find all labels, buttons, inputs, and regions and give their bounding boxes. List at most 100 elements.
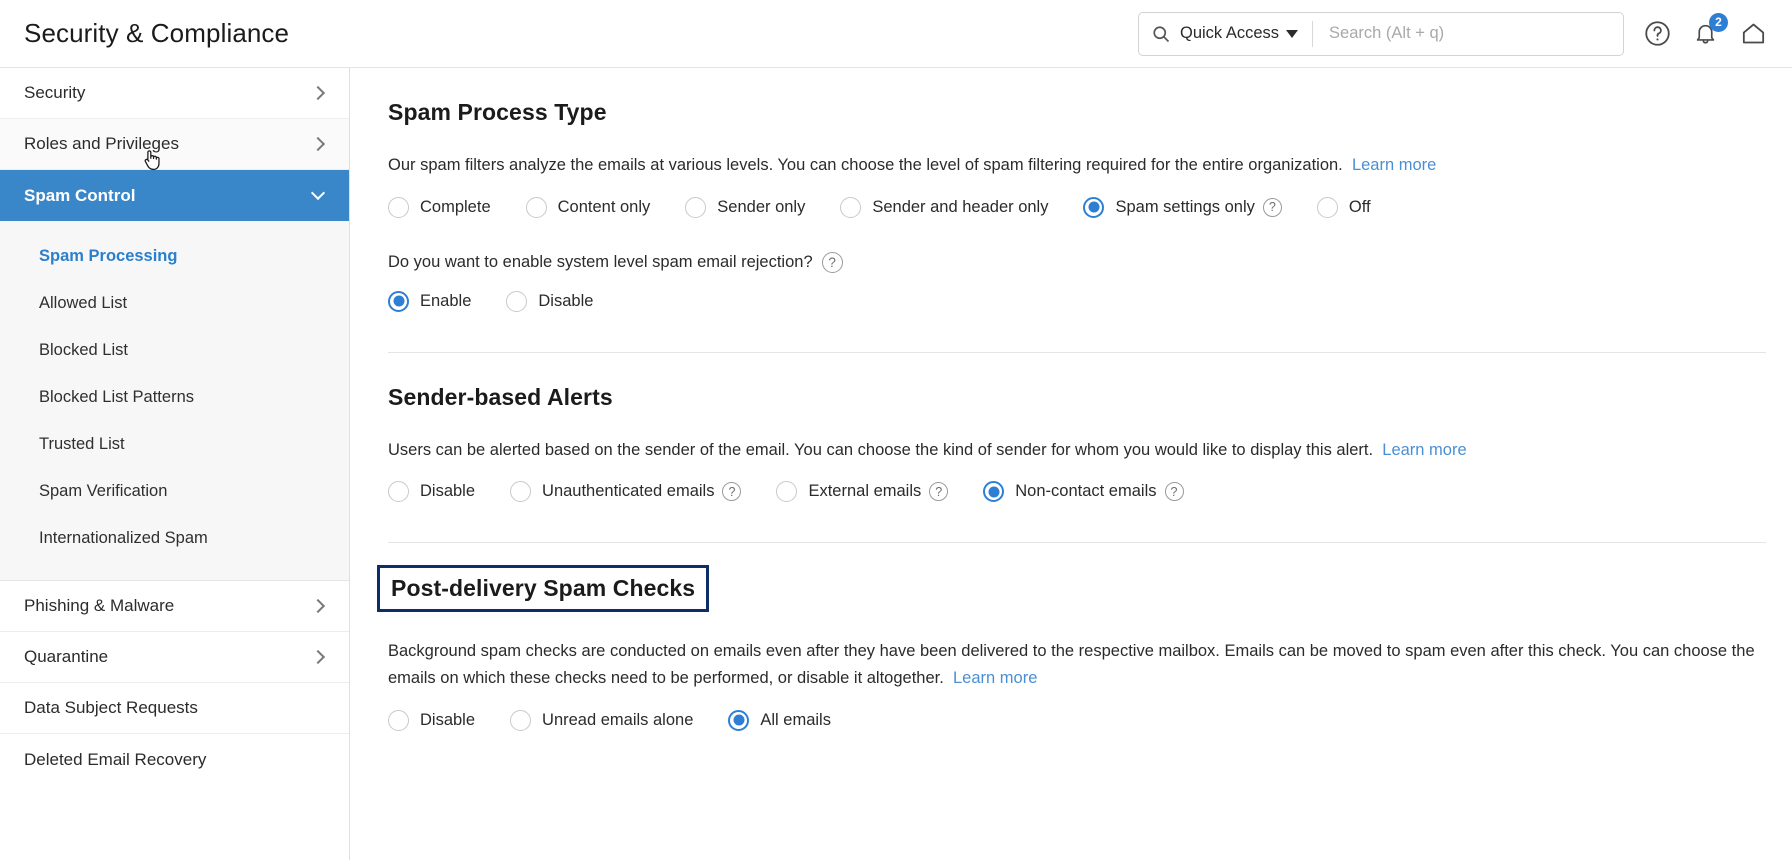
sidebar-item-data-subject-requests[interactable]: Data Subject Requests: [0, 683, 349, 734]
header-actions: Quick Access 2: [1138, 11, 1768, 56]
radio-option-sender-and-header-only[interactable]: Sender and header only: [840, 196, 1049, 218]
sidebar-item-spam-control[interactable]: Spam Control: [0, 170, 349, 221]
radio-option-disable[interactable]: Disable: [388, 709, 475, 731]
help-circle-icon[interactable]: ?: [722, 482, 742, 502]
radio-group-sender-based-alerts: Disable Unauthenticated emails ? Externa…: [388, 481, 1758, 503]
section-title[interactable]: Post-delivery Spam Checks: [377, 565, 710, 613]
radio-group-system-level-rejection: Enable Disable: [388, 290, 1758, 312]
learn-more-link[interactable]: Learn more: [1352, 156, 1436, 174]
radio-circle-icon[interactable]: [1083, 196, 1105, 218]
radio-label: Spam settings only: [1115, 197, 1255, 216]
radio-group-spam-process-type: Complete Content only Sender only Sender…: [388, 196, 1758, 218]
radio-circle-icon[interactable]: [388, 709, 409, 731]
chevron-down-icon: [1286, 29, 1299, 38]
radio-option-unread-emails-alone[interactable]: Unread emails alone: [510, 709, 693, 731]
sidebar-item-blocked-list[interactable]: Blocked List: [0, 327, 349, 374]
sidebar: Security Roles and Privileges Spam Contr…: [0, 68, 350, 860]
radio-option-disable[interactable]: Disable: [506, 290, 593, 312]
bell-icon[interactable]: 2: [1690, 12, 1728, 49]
sidebar-item-label: Deleted Email Recovery: [24, 749, 207, 769]
sidebar-item-trusted-list[interactable]: Trusted List: [0, 421, 349, 468]
description-text: Background spam checks are conducted on …: [388, 642, 1755, 688]
sidebar-item-label: Spam Control: [24, 185, 136, 205]
radio-label: Unauthenticated emails: [542, 482, 715, 501]
sidebar-item-quarantine[interactable]: Quarantine: [0, 632, 349, 683]
sidebar-subitem-label: Trusted List: [39, 435, 125, 453]
question-text: Do you want to enable system level spam …: [388, 252, 813, 271]
sidebar-subitem-label: Blocked List: [39, 341, 128, 359]
sidebar-item-label: Quarantine: [24, 647, 109, 666]
sidebar-item-spam-processing[interactable]: Spam Processing: [0, 233, 349, 280]
system-level-rejection-question: Do you want to enable system level spam …: [388, 251, 1758, 273]
help-circle-icon[interactable]: ?: [821, 251, 843, 273]
sidebar-item-label: Phishing & Malware: [24, 596, 175, 615]
radio-circle-icon[interactable]: [983, 481, 1005, 503]
radio-label: Sender and header only: [872, 197, 1049, 216]
quick-access-dropdown[interactable]: Quick Access: [1180, 24, 1299, 43]
search-icon: [1151, 24, 1171, 44]
chevron-right-icon: [310, 598, 326, 614]
help-circle-icon[interactable]: [1642, 19, 1672, 49]
radio-option-enable[interactable]: Enable: [388, 290, 471, 312]
sidebar-subitem-label: Internationalized Spam: [39, 529, 208, 547]
notification-badge: 2: [1709, 12, 1728, 32]
radio-circle-icon[interactable]: [388, 290, 409, 312]
radio-circle-icon[interactable]: [506, 290, 528, 312]
section-description: Background spam checks are conducted on …: [388, 638, 1758, 691]
learn-more-link[interactable]: Learn more: [953, 669, 1037, 687]
radio-circle-icon[interactable]: [510, 481, 532, 503]
radio-circle-icon[interactable]: [388, 481, 409, 503]
app-header: Security & Compliance Quick Access Searc…: [0, 0, 1792, 68]
sidebar-item-blocked-list-patterns[interactable]: Blocked List Patterns: [0, 374, 349, 421]
help-circle-icon[interactable]: ?: [929, 482, 949, 502]
description-text: Users can be alerted based on the sender…: [388, 440, 1374, 459]
help-circle-icon[interactable]: ?: [1262, 197, 1282, 217]
sidebar-item-deleted-email-recovery[interactable]: Deleted Email Recovery: [0, 734, 349, 785]
sidebar-item-spam-verification[interactable]: Spam Verification: [0, 468, 349, 515]
body-wrapper: Security Roles and Privileges Spam Contr…: [0, 68, 1792, 860]
radio-option-external-emails[interactable]: External emails ?: [776, 481, 949, 503]
radio-label: Complete: [420, 197, 491, 216]
sidebar-subitem-label: Allowed List: [39, 294, 128, 312]
radio-option-complete[interactable]: Complete: [388, 196, 491, 218]
radio-circle-icon[interactable]: [388, 196, 409, 218]
radio-option-disable[interactable]: Disable: [388, 481, 476, 503]
sidebar-item-allowed-list[interactable]: Allowed List: [0, 280, 349, 327]
radio-option-non-contact-emails[interactable]: Non-contact emails ?: [983, 481, 1184, 503]
radio-circle-icon[interactable]: [525, 196, 547, 218]
sidebar-subitem-label: Spam Processing: [39, 247, 178, 265]
section-title: Sender-based Alerts: [388, 383, 613, 410]
radio-circle-icon[interactable]: [776, 481, 798, 503]
radio-circle-icon[interactable]: [840, 196, 862, 218]
radio-option-unauthenticated-emails[interactable]: Unauthenticated emails ?: [510, 481, 742, 503]
search-divider: [1312, 20, 1314, 47]
radio-circle-icon[interactable]: [1316, 196, 1338, 218]
sidebar-item-phishing-and-malware[interactable]: Phishing & Malware: [0, 581, 349, 632]
sidebar-item-internationalized-spam[interactable]: Internationalized Spam: [0, 515, 349, 562]
radio-circle-icon[interactable]: [510, 709, 532, 731]
sidebar-item-roles-and-privileges[interactable]: Roles and Privileges: [0, 119, 349, 170]
home-icon[interactable]: [1738, 19, 1768, 49]
radio-label: Content only: [557, 197, 651, 216]
radio-circle-icon[interactable]: [728, 709, 750, 731]
help-circle-icon[interactable]: ?: [1164, 482, 1184, 502]
radio-label: All emails: [760, 710, 831, 729]
section-spam-process-type: Spam Process Type Our spam filters analy…: [388, 68, 1758, 312]
radio-label: Disable: [420, 482, 476, 501]
radio-option-off[interactable]: Off: [1316, 196, 1371, 218]
radio-circle-icon[interactable]: [685, 196, 707, 218]
radio-option-spam-settings-only[interactable]: Spam settings only ?: [1083, 196, 1282, 218]
radio-option-content-only[interactable]: Content only: [525, 196, 651, 218]
search-input[interactable]: [1327, 23, 1611, 44]
sidebar-item-security[interactable]: Security: [0, 68, 349, 119]
learn-more-link[interactable]: Learn more: [1382, 441, 1466, 459]
sidebar-item-label: Security: [24, 83, 86, 102]
section-description: Users can be alerted based on the sender…: [388, 437, 1758, 464]
radio-option-sender-only[interactable]: Sender only: [685, 196, 805, 218]
sidebar-item-label: Data Subject Requests: [24, 698, 198, 717]
sidebar-subitem-label: Spam Verification: [39, 482, 168, 500]
sidebar-subnav-spam-control: Spam Processing Allowed List Blocked Lis…: [0, 221, 349, 581]
radio-option-all-emails[interactable]: All emails: [728, 709, 831, 731]
global-search-bar[interactable]: Quick Access: [1138, 11, 1624, 56]
page-title: Security & Compliance: [24, 18, 290, 48]
